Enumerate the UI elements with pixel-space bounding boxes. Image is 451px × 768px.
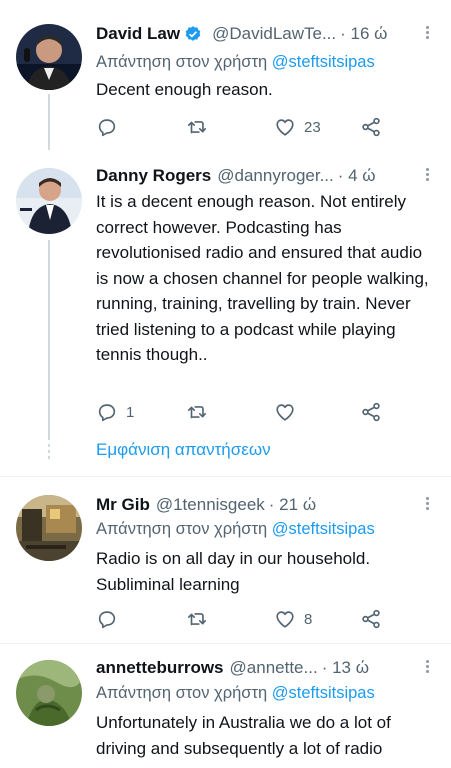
tweet-text: Radio is on all day in our household. Su… xyxy=(96,549,371,594)
retweet-button[interactable] xyxy=(186,113,216,141)
tweet-header: Mr Gib @1tennisgeek · 21 ώ xyxy=(96,493,437,517)
like-count: 8 xyxy=(304,610,313,628)
like-button[interactable]: 8 xyxy=(274,605,312,633)
tweet-text: Decent enough reason. xyxy=(96,80,273,99)
heart-icon xyxy=(276,119,294,136)
like-count: 23 xyxy=(304,118,321,136)
reply-button[interactable] xyxy=(96,113,126,141)
reply-icon xyxy=(98,404,116,422)
share-icon xyxy=(362,402,380,422)
tweet-text: It is a decent enough reason. Not entire… xyxy=(96,192,429,364)
handle[interactable]: @DavidLawTe... xyxy=(212,24,336,44)
reply-prefix: Απάντηση στον χρήστη xyxy=(96,684,268,702)
reply-mention-link[interactable]: @steftsitsipas xyxy=(272,520,375,538)
share-button[interactable] xyxy=(360,113,382,141)
tweet-actions: 1 xyxy=(96,398,396,426)
tweet-mr-gib[interactable]: Mr Gib @1tennisgeek · 21 ώ Απάντηση στον… xyxy=(0,477,451,645)
reply-button[interactable]: 1 xyxy=(96,398,134,426)
retweet-icon xyxy=(187,121,207,134)
display-name[interactable]: Danny Rogers xyxy=(96,166,211,186)
thread-line xyxy=(48,240,50,440)
share-button[interactable] xyxy=(360,398,382,426)
share-icon xyxy=(362,609,380,629)
more-vertical-icon[interactable] xyxy=(417,24,437,44)
reply-button[interactable] xyxy=(96,605,126,633)
display-name[interactable]: annetteburrows xyxy=(96,658,224,678)
verified-badge-icon xyxy=(184,25,202,43)
timestamp[interactable]: · 21 ώ xyxy=(269,495,316,515)
share-icon xyxy=(362,117,380,137)
replying-to: Απάντηση στον χρήστη @steftsitsipas xyxy=(96,520,375,539)
tweet-text: Unfortunately in Australia we do a lot o… xyxy=(96,713,391,758)
avatar[interactable] xyxy=(16,660,82,726)
share-button[interactable] xyxy=(360,605,382,633)
avatar[interactable] xyxy=(16,168,82,234)
reply-icon xyxy=(98,119,116,137)
handle[interactable]: @annette... xyxy=(230,658,318,678)
tweet-actions: 8 xyxy=(96,605,396,633)
display-name[interactable]: David Law xyxy=(96,24,180,44)
retweet-button[interactable] xyxy=(186,605,216,633)
reply-icon xyxy=(98,611,116,629)
tweet-danny-rogers[interactable]: Danny Rogers @dannyroger... · 4 ώ It is … xyxy=(0,148,451,468)
replying-to: Απάντηση στον χρήστη @steftsitsipas xyxy=(96,684,375,703)
reply-prefix: Απάντηση στον χρήστη xyxy=(96,520,268,538)
tweet-header: annetteburrows @annette... · 13 ώ xyxy=(96,656,437,680)
like-button[interactable] xyxy=(274,398,304,426)
timestamp[interactable]: · 16 ώ xyxy=(340,24,387,44)
tweet-annetteburrows[interactable]: annetteburrows @annette... · 13 ώ Απάντη… xyxy=(0,644,451,768)
heart-icon xyxy=(276,404,294,421)
more-vertical-icon[interactable] xyxy=(417,658,437,678)
handle[interactable]: @1tennisgeek xyxy=(156,495,265,515)
tweet-actions: 23 xyxy=(96,113,396,141)
reply-mention-link[interactable]: @steftsitsipas xyxy=(272,53,375,71)
tweet-header: Danny Rogers @dannyroger... · 4 ώ xyxy=(96,164,437,188)
replying-to: Απάντηση στον χρήστη @steftsitsipas xyxy=(96,53,375,72)
retweet-icon xyxy=(187,613,207,626)
reply-mention-link[interactable]: @steftsitsipas xyxy=(272,684,375,702)
reply-prefix: Απάντηση στον χρήστη xyxy=(96,53,268,71)
tweet-header: David Law @DavidLawTe... · 16 ώ xyxy=(96,22,437,46)
tweet-david-law[interactable]: David Law @DavidLawTe... · 16 ώ Απάντηση… xyxy=(0,0,451,150)
avatar[interactable] xyxy=(16,495,82,561)
thread-line xyxy=(48,94,50,150)
handle[interactable]: @dannyroger... xyxy=(217,166,334,186)
thread-dots xyxy=(48,444,50,460)
timestamp[interactable]: · 4 ώ xyxy=(338,166,376,186)
show-replies-link[interactable]: Εμφάνιση απαντήσεων xyxy=(96,440,271,460)
avatar[interactable] xyxy=(16,24,82,90)
display-name[interactable]: Mr Gib xyxy=(96,495,150,515)
heart-icon xyxy=(276,611,294,628)
timestamp[interactable]: · 13 ώ xyxy=(322,658,369,678)
retweet-button[interactable] xyxy=(186,398,216,426)
like-button[interactable]: 23 xyxy=(274,113,321,141)
reply-count: 1 xyxy=(126,403,135,421)
retweet-icon xyxy=(187,406,207,419)
more-vertical-icon[interactable] xyxy=(417,495,437,515)
more-vertical-icon[interactable] xyxy=(417,166,437,186)
